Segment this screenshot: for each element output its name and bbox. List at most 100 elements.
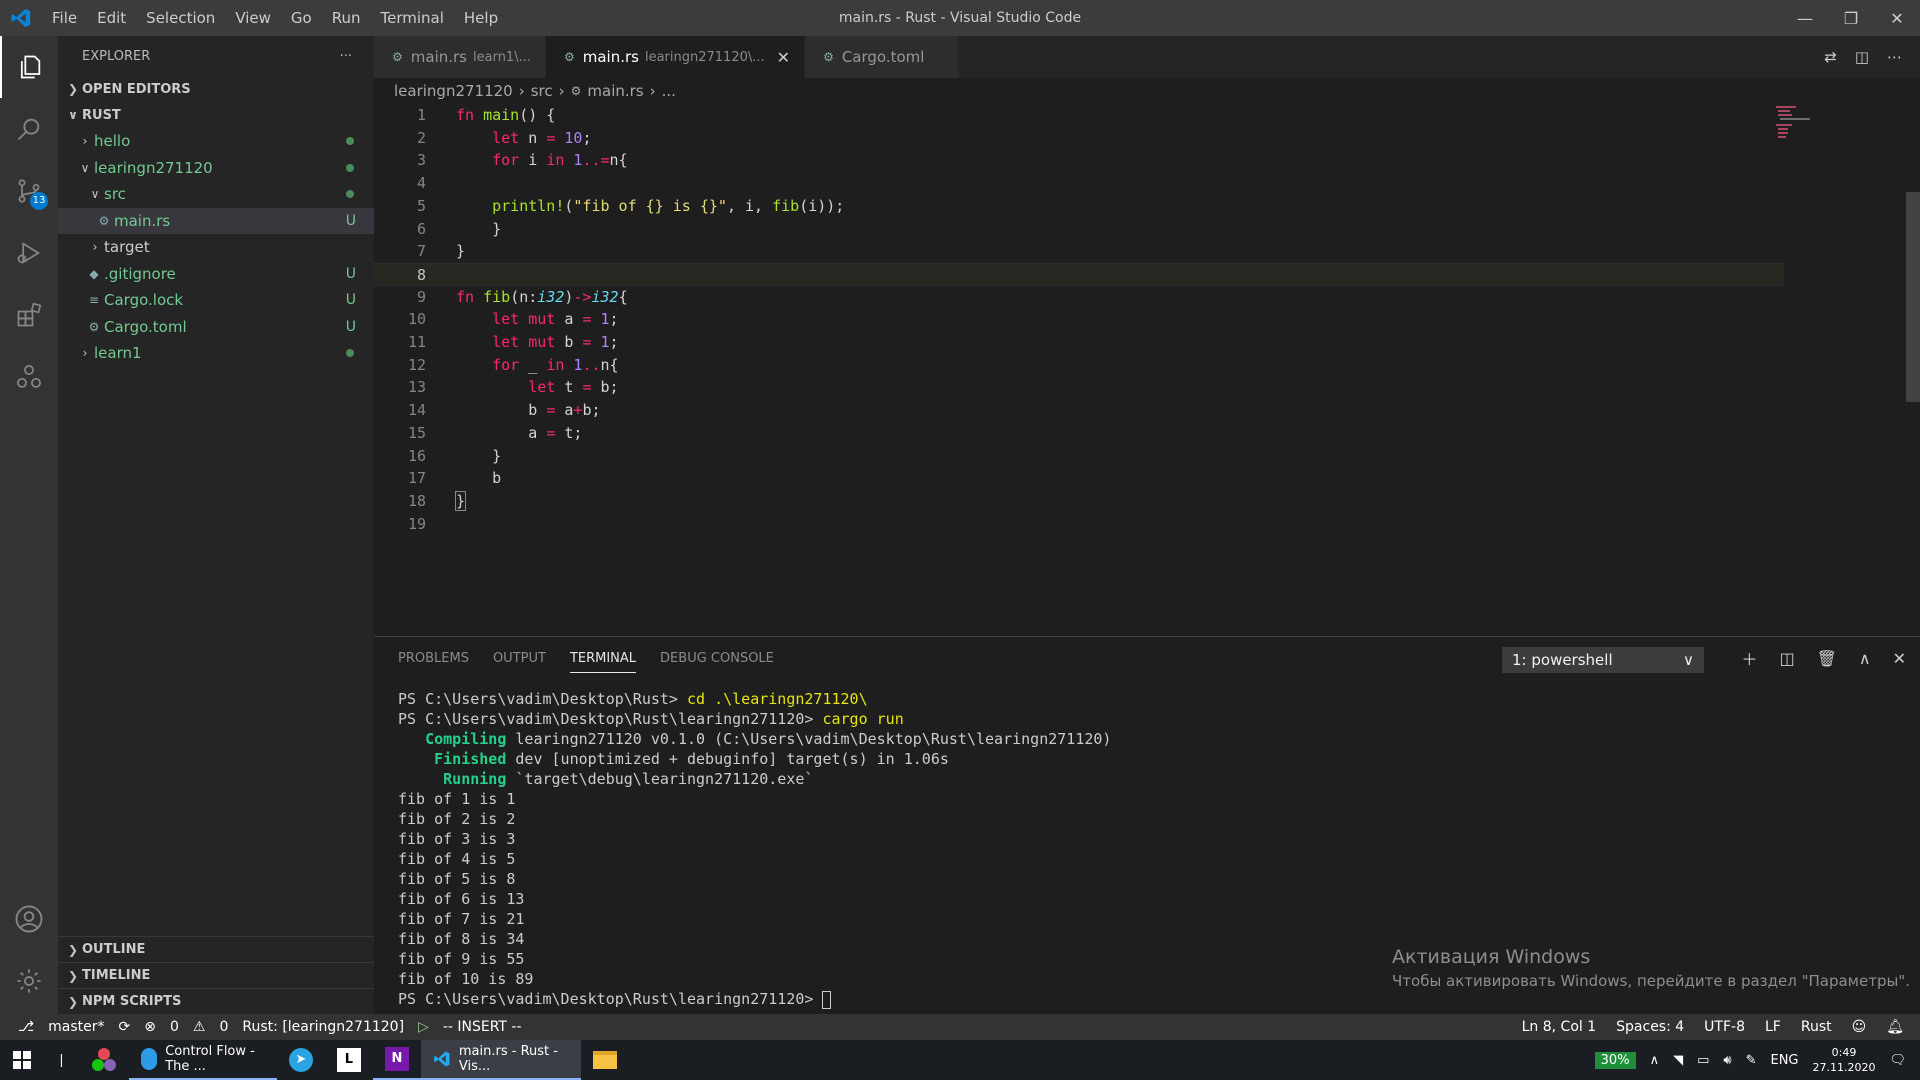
battery-icon[interactable]: ▭	[1697, 1053, 1709, 1068]
tab-cargo-toml[interactable]: ⚙ Cargo.toml	[805, 36, 960, 78]
code-editor[interactable]: 1 fn main() { 2 let n = 10; 3 for i in 1.…	[374, 104, 1920, 634]
more-actions-icon[interactable]: ⋯	[1887, 48, 1902, 66]
onenote-icon[interactable]: N	[372, 1040, 421, 1080]
trash-icon[interactable]: 🗑︎	[1817, 649, 1837, 668]
tab-label: main.rs	[582, 48, 639, 66]
close-window-icon[interactable]: ✕	[1874, 0, 1920, 36]
menu-help[interactable]: Help	[454, 0, 508, 36]
tree-item-src[interactable]: ∨ src	[58, 181, 374, 208]
line-text: for _ in 1..n{	[492, 355, 619, 374]
open-editors-section[interactable]: ❯ OPEN EDITORS	[58, 76, 374, 102]
restore-icon[interactable]: ❐	[1828, 0, 1874, 36]
split-editor-icon[interactable]: ◫	[1855, 48, 1869, 66]
terminal-line: fib of 1 is 1	[398, 790, 516, 808]
language-mode[interactable]: Rust	[1801, 1019, 1832, 1035]
show-hidden-icons-icon[interactable]: ∧	[1650, 1053, 1660, 1068]
timeline-section[interactable]: ❯ TIMELINE	[58, 962, 374, 988]
menu-run[interactable]: Run	[322, 0, 371, 36]
encoding[interactable]: UTF-8	[1704, 1019, 1745, 1035]
close-panel-icon[interactable]: ✕	[1893, 649, 1906, 668]
telegram-icon[interactable]: ➤	[277, 1040, 325, 1080]
warning-count[interactable]: 0	[219, 1019, 228, 1035]
minimize-icon[interactable]: —	[1782, 0, 1828, 36]
explorer-icon[interactable]	[0, 36, 58, 98]
tree-item-target[interactable]: › target	[58, 234, 374, 261]
run-icon[interactable]: ▷	[418, 1019, 429, 1035]
remote-explorer-icon[interactable]	[0, 346, 58, 408]
maximize-panel-icon[interactable]: ∧	[1859, 649, 1871, 668]
tree-item-label: learingn271120	[94, 158, 213, 177]
windows-start-icon[interactable]	[0, 1040, 44, 1080]
colorful-app-icon[interactable]	[79, 1040, 129, 1080]
taskbar-vscode[interactable]: main.rs - Rust - Vis...	[420, 1040, 581, 1080]
tree-item-hello[interactable]: › hello	[58, 128, 374, 155]
tab-main-rs-learn1[interactable]: ⚙ main.rs learn1\...	[374, 36, 546, 78]
outline-section[interactable]: ❯ OUTLINE	[58, 936, 374, 962]
sync-icon[interactable]: ⟳	[119, 1019, 131, 1035]
taskbar-edge[interactable]: Control Flow - The ...	[128, 1040, 277, 1080]
breadcrumb-symbols[interactable]: ...	[662, 82, 676, 100]
lingvo-app-icon[interactable]: L	[325, 1040, 373, 1080]
tab-main-rs-active[interactable]: ⚙ main.rs learingn271120\... ✕	[545, 36, 806, 78]
indentation[interactable]: Spaces: 4	[1616, 1019, 1684, 1035]
wifi-icon[interactable]: ◥	[1673, 1053, 1683, 1068]
account-icon[interactable]	[0, 888, 58, 950]
volume-icon[interactable]: 🔊︎	[1723, 1053, 1731, 1068]
split-terminal-icon[interactable]: ◫	[1779, 649, 1794, 668]
tree-item-main-rs[interactable]: ⚙ main.rs U	[58, 207, 374, 234]
line-text: let n = 10;	[492, 128, 592, 147]
code-line: 2 let n = 10;	[374, 127, 1784, 150]
error-count[interactable]: 0	[170, 1019, 179, 1035]
cursor-position[interactable]: Ln 8, Col 1	[1522, 1019, 1597, 1035]
feedback-icon[interactable]: ☺	[1852, 1019, 1867, 1035]
tab-debug-console[interactable]: DEBUG CONSOLE	[660, 651, 774, 666]
breadcrumb-separator-icon: ›	[558, 82, 565, 100]
breadcrumb-src[interactable]: src	[531, 82, 553, 100]
terminal-select[interactable]: 1: powershell ∨	[1502, 647, 1704, 673]
search-icon[interactable]	[0, 98, 58, 160]
minimap[interactable]	[1774, 104, 1844, 144]
compare-changes-icon[interactable]: ⇄	[1824, 48, 1837, 66]
extensions-icon[interactable]	[0, 284, 58, 346]
tree-item-learn1[interactable]: › learn1	[58, 340, 374, 367]
menu-file[interactable]: File	[42, 0, 87, 36]
tree-item-gitignore[interactable]: ◆ .gitignore U	[58, 261, 374, 288]
input-language[interactable]: ENG	[1770, 1053, 1798, 1068]
tab-problems[interactable]: PROBLEMS	[398, 651, 469, 666]
menu-terminal[interactable]: Terminal	[371, 0, 454, 36]
vim-mode: -- INSERT --	[442, 1019, 522, 1035]
pen-icon[interactable]: ✎	[1746, 1053, 1757, 1068]
tree-item-learingn271120[interactable]: ∨ learingn271120	[58, 155, 374, 182]
clock[interactable]: 0:49 27.11.2020	[1813, 1045, 1876, 1075]
breadcrumb-file[interactable]: main.rs	[587, 82, 643, 100]
editor-scrollbar[interactable]	[1906, 104, 1920, 634]
breadcrumb-folder[interactable]: learingn271120	[394, 82, 513, 100]
menu-view[interactable]: View	[225, 0, 281, 36]
source-control-icon[interactable]: 13	[0, 160, 58, 222]
rust-workspace[interactable]: Rust: [learingn271120]	[242, 1019, 404, 1035]
run-debug-icon[interactable]	[0, 222, 58, 284]
end-of-line[interactable]: LF	[1765, 1019, 1781, 1035]
menu-go[interactable]: Go	[281, 0, 322, 36]
tree-item-cargo-lock[interactable]: ≡ Cargo.lock U	[58, 287, 374, 314]
vscode-logo-icon	[0, 0, 42, 36]
more-actions-icon[interactable]: ···	[340, 49, 352, 64]
scrollbar-thumb[interactable]	[1906, 192, 1920, 402]
tab-output[interactable]: OUTPUT	[493, 651, 546, 666]
tab-terminal[interactable]: TERMINAL	[569, 644, 637, 673]
close-tab-icon[interactable]: ✕	[777, 48, 790, 67]
terminal-output[interactable]: PS C:\Users\vadim\Desktop\Rust> cd .\lea…	[398, 689, 1111, 1009]
menu-selection[interactable]: Selection	[136, 0, 225, 36]
menu-edit[interactable]: Edit	[87, 0, 136, 36]
settings-gear-icon[interactable]	[0, 950, 58, 1012]
git-branch[interactable]: master*	[48, 1019, 104, 1035]
tree-item-cargo-toml[interactable]: ⚙ Cargo.toml U	[58, 314, 374, 341]
npm-scripts-section[interactable]: ❯ NPM SCRIPTS	[58, 988, 374, 1014]
task-view-icon[interactable]: ❘	[44, 1040, 79, 1080]
file-explorer-icon[interactable]	[581, 1040, 629, 1080]
action-center-icon[interactable]: 🗨︎	[1889, 1053, 1906, 1068]
battery-level[interactable]: 30%	[1594, 1051, 1636, 1069]
new-terminal-icon[interactable]: ＋	[1741, 646, 1757, 670]
notifications-bell-icon[interactable]: 🔔︎	[1886, 1019, 1904, 1035]
workspace-root-section[interactable]: ∨ RUST	[58, 102, 374, 128]
